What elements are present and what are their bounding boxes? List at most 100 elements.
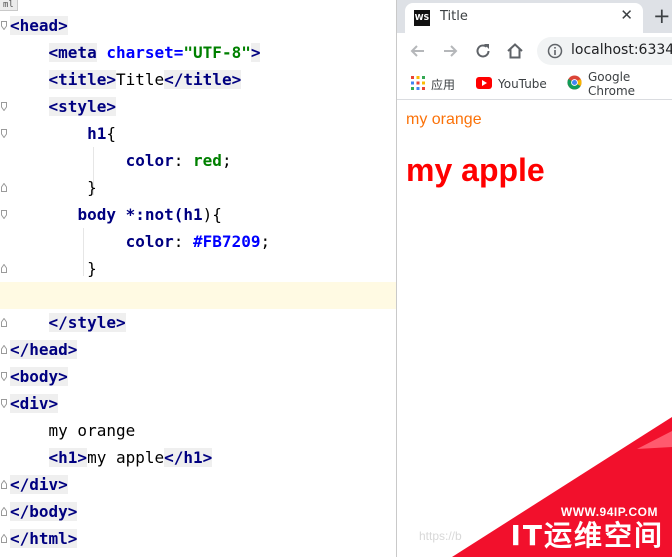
code-line: h1{ <box>10 120 396 147</box>
reload-icon[interactable] <box>473 41 493 61</box>
brace-token: { <box>106 124 116 143</box>
text-token: my apple <box>87 448 165 467</box>
fold-marker-icon[interactable] <box>1 183 7 192</box>
colon-token: : <box>173 232 194 251</box>
bookmarks-bar: 应用 YouTube Google Chrome <box>397 69 672 100</box>
address-bar[interactable]: localhost:63342 <box>537 37 672 65</box>
info-icon[interactable] <box>547 43 563 59</box>
fold-marker-icon[interactable] <box>1 318 7 327</box>
tab-title: Title <box>440 9 468 24</box>
page-text-orange: my orange <box>406 111 482 128</box>
code-line: </body> <box>10 498 396 525</box>
attr-token: charset <box>96 43 174 62</box>
tag-token: </h1> <box>164 448 213 467</box>
code-line: } <box>10 174 396 201</box>
tag-token: <body> <box>10 367 68 386</box>
fold-marker-icon[interactable] <box>1 372 7 381</box>
brace-token: ){ <box>202 205 222 224</box>
fold-marker-icon[interactable] <box>1 399 7 408</box>
webstorm-icon: WS <box>414 10 430 26</box>
code-line: </style> <box>10 309 396 336</box>
editor-gutter <box>0 0 9 557</box>
current-line[interactable] <box>0 282 396 309</box>
fold-marker-icon[interactable] <box>1 21 7 30</box>
forward-arrow-icon[interactable] <box>440 41 460 61</box>
tag-token: <meta <box>48 43 97 62</box>
code-line: <style> <box>10 93 396 120</box>
fold-marker-icon[interactable] <box>1 210 7 219</box>
fold-marker-icon[interactable] <box>1 534 7 543</box>
tab-strip: WS Title ✕ + <box>397 0 672 33</box>
semicolon-token: ; <box>260 232 271 251</box>
code-line: <div> <box>10 390 396 417</box>
selector-token: h1 <box>87 124 107 143</box>
tag-token: </body> <box>10 502 78 521</box>
tag-token: </head> <box>10 340 78 359</box>
property-token: color <box>125 232 174 251</box>
back-arrow-icon[interactable] <box>408 41 428 61</box>
fold-marker-icon[interactable] <box>1 129 7 138</box>
bookmark-label: Google Chrome <box>588 70 636 98</box>
code-line: my orange <box>10 417 396 444</box>
pseudo-token: :not( <box>135 205 184 224</box>
selector-token: h1 <box>183 205 203 224</box>
fold-marker-icon[interactable] <box>1 264 7 273</box>
code-line: color: #FB7209; <box>10 228 396 255</box>
page-heading-apple: my apple <box>406 152 545 188</box>
youtube-icon <box>476 76 492 92</box>
value-token: red <box>193 151 222 170</box>
browser-window: WS Title ✕ + localhost:63342 应用 YouTube … <box>397 0 672 557</box>
tag-token: > <box>250 43 261 62</box>
text-token: my orange <box>48 421 136 440</box>
browser-tab[interactable]: WS Title ✕ <box>405 3 643 33</box>
tag-token: </div> <box>10 475 68 494</box>
close-icon[interactable]: ✕ <box>620 6 633 24</box>
fold-marker-icon[interactable] <box>1 102 7 111</box>
code-line: body *:not(h1){ <box>10 201 396 228</box>
semicolon-token: ; <box>221 151 232 170</box>
site-watermark: WWW.94IP.COM IT运维空间 <box>432 417 672 557</box>
tag-token: <style> <box>48 97 116 116</box>
code-line: <body> <box>10 363 396 390</box>
code-line: </head> <box>10 336 396 363</box>
selector-token: body * <box>77 205 136 224</box>
url-text: localhost:63342 <box>571 42 672 58</box>
browser-toolbar: localhost:63342 <box>397 33 672 69</box>
code-editor[interactable]: ml <head> <meta charset="UTF-8"> <title>… <box>0 0 397 557</box>
apps-grid-icon <box>411 75 425 93</box>
colon-token: : <box>173 151 194 170</box>
property-token: color <box>125 151 174 170</box>
new-tab-plus-icon[interactable]: + <box>653 4 671 28</box>
home-icon[interactable] <box>505 41 525 61</box>
code-line: <h1>my apple</h1> <box>10 444 396 471</box>
watermark-brand: IT运维空间 <box>510 519 664 552</box>
string-token: "UTF-8" <box>183 43 251 62</box>
code-line: } <box>10 255 396 282</box>
fold-marker-icon[interactable] <box>1 507 7 516</box>
code-line: color: red; <box>10 147 396 174</box>
bookmark-google-chrome[interactable]: Google Chrome <box>567 70 672 98</box>
bookmark-youtube[interactable]: YouTube <box>476 75 547 93</box>
code-line: </html> <box>10 525 396 552</box>
code-line: <meta charset="UTF-8"> <box>10 39 396 66</box>
code-line: </div> <box>10 471 396 498</box>
code-lines[interactable]: <head> <meta charset="UTF-8"> <title>Tit… <box>0 12 396 552</box>
tag-token: </style> <box>48 313 126 332</box>
value-token: #FB7209 <box>193 232 261 251</box>
text-token: Title <box>115 70 165 89</box>
tag-token: </html> <box>10 529 78 548</box>
tag-token: <title> <box>48 70 116 89</box>
chrome-icon <box>567 75 582 93</box>
brace-token: } <box>87 259 97 278</box>
fold-marker-icon[interactable] <box>1 480 7 489</box>
attr-token: = <box>173 43 184 62</box>
tag-token: <div> <box>10 394 59 413</box>
bookmark-label: YouTube <box>498 77 547 91</box>
bookmark-apps[interactable]: 应用 <box>411 75 455 93</box>
code-line: <title>Title</title> <box>10 66 396 93</box>
tag-token: <head> <box>10 16 68 35</box>
tag-token: <h1> <box>48 448 88 467</box>
brace-token: } <box>87 178 97 197</box>
code-line: <head> <box>10 12 396 39</box>
fold-marker-icon[interactable] <box>1 345 7 354</box>
